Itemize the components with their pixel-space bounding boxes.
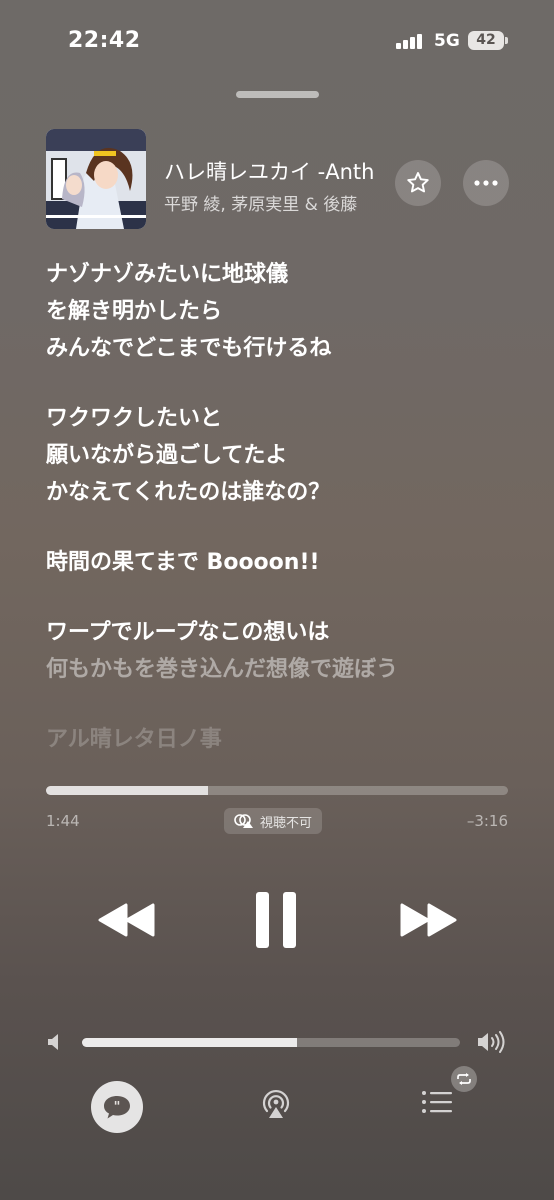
lyric-line[interactable]: 時間の果てまで Boooon!!: [46, 544, 516, 581]
status-time: 22:42: [68, 28, 141, 53]
more-options-button[interactable]: [463, 160, 509, 206]
queue-list-icon: [422, 1091, 452, 1113]
lyric-line[interactable]: ワクワクしたいと: [46, 400, 516, 437]
volume-high-icon: [476, 1030, 506, 1058]
signal-strength-icon: [396, 33, 426, 49]
lyrics-quote-icon: ": [104, 1096, 130, 1119]
repeat-icon: [457, 1073, 471, 1085]
lyrics-stanza: ナゾナゾみたいに地球儀 を解き明かしたら みんなでどこまでも行けるね: [46, 256, 516, 367]
lyric-line-current[interactable]: ワープでループなこの想いは: [46, 614, 516, 651]
track-artist[interactable]: 平野 綾, 茅原実里 & 後藤: [164, 190, 390, 215]
playback-progress-fill: [46, 786, 208, 795]
lyric-line[interactable]: アル晴レタ日ノ事: [46, 721, 516, 758]
lyric-line[interactable]: かなえてくれたのは誰なの？: [46, 474, 516, 511]
fast-forward-icon: [400, 903, 457, 937]
badge-label: 視聴不可: [260, 815, 313, 831]
lyric-line[interactable]: ナゾナゾみたいに地球儀: [46, 256, 516, 293]
rewind-icon: [98, 903, 155, 937]
airplay-icon: [262, 1089, 290, 1118]
playback-scrubber[interactable]: [46, 786, 508, 795]
remaining-time: –3:16: [466, 812, 508, 830]
status-badge: 視聴不可: [224, 808, 323, 834]
lyric-line[interactable]: を解き明かしたら: [46, 293, 516, 330]
lyrics-button[interactable]: ": [91, 1081, 143, 1133]
pause-button[interactable]: [253, 890, 299, 954]
volume-level-fill: [82, 1038, 298, 1047]
pause-icon: [256, 892, 296, 948]
volume-low-icon: [46, 1032, 64, 1056]
star-icon: [407, 172, 429, 193]
unavailable-icon: [234, 814, 253, 828]
rewind-button[interactable]: [98, 902, 156, 942]
lyrics-stanza: 時間の果てまで Boooon!!: [46, 544, 516, 581]
lyrics-stanza: ワクワクしたいと 願いながら過ごしてたよ かなえてくれたのは誰なの？: [46, 400, 516, 511]
sheet-grabber[interactable]: [236, 91, 319, 98]
favorite-button[interactable]: [395, 160, 441, 206]
svg-text:": ": [114, 1100, 121, 1115]
lyrics-panel[interactable]: ナゾナゾみたいに地球儀 を解き明かしたら みんなでどこまでも行けるね ワクワクし…: [46, 256, 516, 791]
repeat-indicator[interactable]: [451, 1066, 477, 1092]
lyric-line[interactable]: みんなでどこまでも行けるね: [46, 330, 516, 367]
elapsed-time: 1:44: [46, 812, 80, 830]
album-artwork[interactable]: [46, 129, 146, 229]
lyrics-stanza: アル晴レタ日ノ事: [46, 721, 516, 758]
battery-tip: [505, 37, 508, 44]
lyric-line[interactable]: 願いながら過ごしてたよ: [46, 437, 516, 474]
fast-forward-button[interactable]: [399, 902, 457, 942]
volume-slider[interactable]: [82, 1038, 460, 1047]
lyric-line[interactable]: 何もかもを巻き込んだ想像で遊ぼう: [46, 651, 516, 688]
queue-button[interactable]: [420, 1088, 456, 1120]
more-icon: [474, 180, 498, 186]
lyrics-stanza: ワープでループなこの想いは 何もかもを巻き込んだ想像で遊ぼう: [46, 614, 516, 688]
track-title[interactable]: ハレ晴レユカイ -Anth: [164, 156, 390, 186]
battery-icon: 42: [468, 31, 504, 50]
airplay-button[interactable]: [258, 1085, 294, 1125]
network-type: 5G: [434, 31, 460, 51]
